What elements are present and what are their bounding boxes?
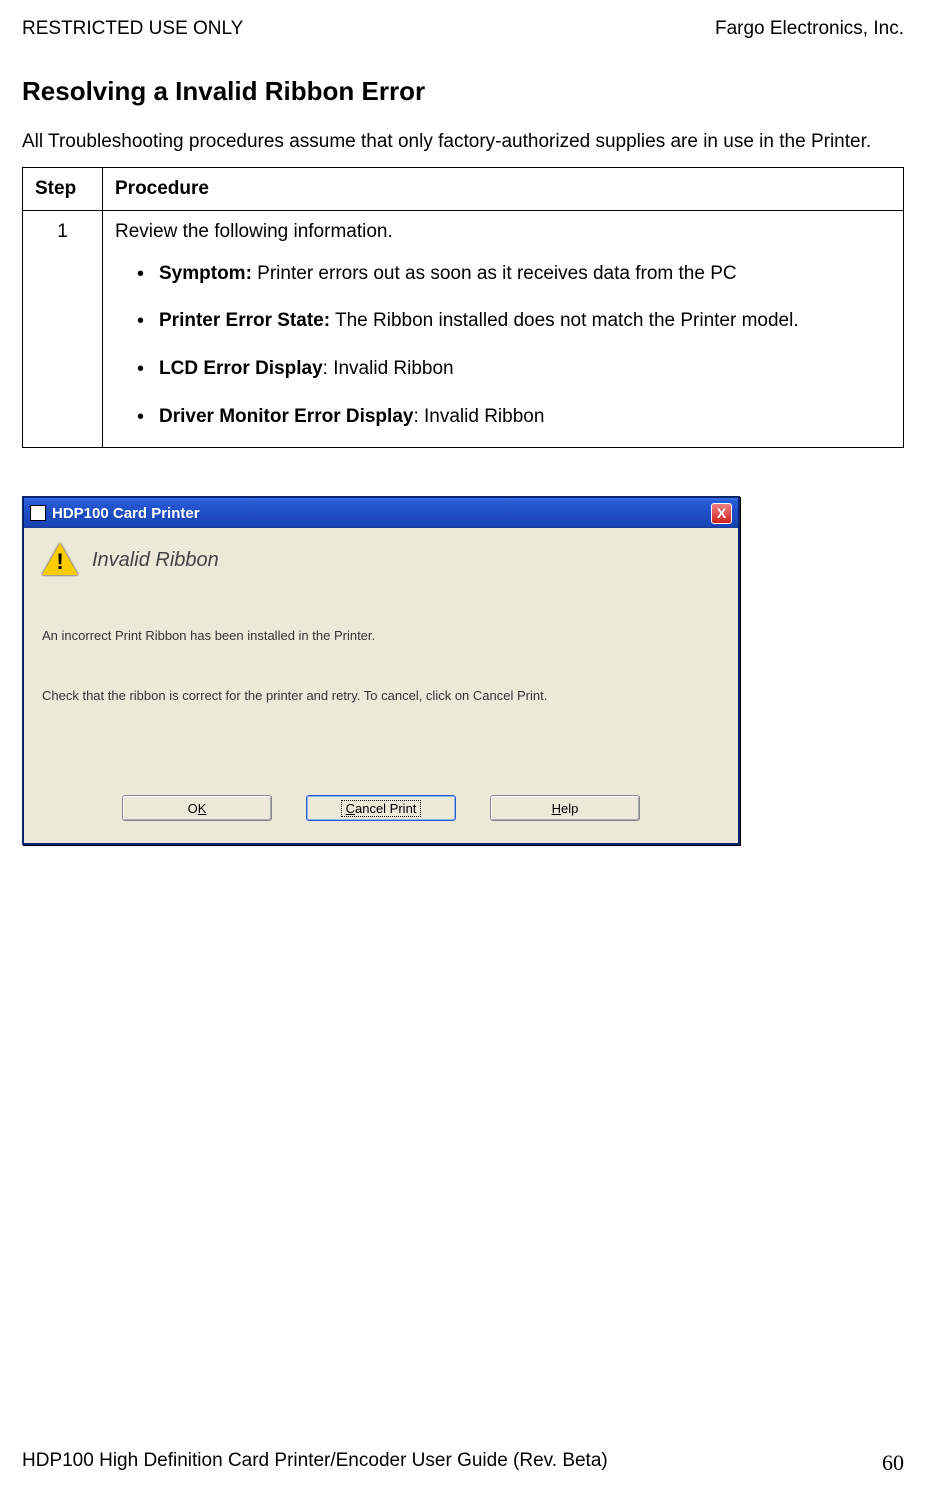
dialog-header-row: ! Invalid Ribbon: [42, 542, 720, 578]
procedure-cell: Review the following information. Sympto…: [103, 210, 904, 448]
list-item: Symptom: Printer errors out as soon as i…: [137, 261, 891, 287]
bullet-label: LCD Error Display: [159, 358, 323, 379]
bullet-label: Symptom:: [159, 263, 252, 284]
col-step-header: Step: [23, 167, 103, 210]
page-header: RESTRICTED USE ONLY Fargo Electronics, I…: [22, 18, 904, 40]
help-button[interactable]: Help: [490, 795, 640, 821]
bullet-list: Symptom: Printer errors out as soon as i…: [115, 261, 891, 430]
table-row: 1 Review the following information. Symp…: [23, 210, 904, 448]
bullet-text: Printer errors out as soon as it receive…: [252, 263, 737, 284]
header-left: RESTRICTED USE ONLY: [22, 18, 243, 40]
intro-paragraph: All Troubleshooting procedures assume th…: [22, 129, 904, 155]
help-label-underline: H: [552, 801, 561, 816]
main-heading: Resolving a Invalid Ribbon Error: [22, 76, 904, 107]
cancel-label-rest: ancel Print: [355, 801, 416, 816]
error-dialog: HDP100 Card Printer X ! Invalid Ribbon A…: [22, 496, 740, 845]
dialog-message-1: An incorrect Print Ribbon has been insta…: [42, 628, 720, 645]
footer-left: HDP100 High Definition Card Printer/Enco…: [22, 1450, 608, 1476]
dialog-titlebar[interactable]: HDP100 Card Printer X: [24, 498, 738, 528]
bullet-label: Driver Monitor Error Display: [159, 406, 413, 427]
close-button[interactable]: X: [711, 503, 732, 524]
bullet-text: : Invalid Ribbon: [413, 406, 544, 427]
table-header-row: Step Procedure: [23, 167, 904, 210]
col-procedure-header: Procedure: [103, 167, 904, 210]
dialog-button-row: OK Cancel Print Help: [42, 795, 720, 821]
focus-ring: Cancel Print: [341, 800, 422, 817]
dialog-message-2: Check that the ribbon is correct for the…: [42, 687, 720, 705]
procedure-table: Step Procedure 1 Review the following in…: [22, 167, 904, 449]
warning-icon: !: [42, 542, 78, 578]
cancel-print-button[interactable]: Cancel Print: [306, 795, 456, 821]
bullet-text: : Invalid Ribbon: [323, 358, 454, 379]
procedure-lead: Review the following information.: [115, 221, 891, 243]
cancel-label-underline: C: [346, 801, 355, 816]
help-label-rest: elp: [561, 801, 578, 816]
list-item: Driver Monitor Error Display: Invalid Ri…: [137, 404, 891, 430]
ok-label-underline: K: [198, 801, 207, 816]
page-number: 60: [882, 1450, 904, 1476]
list-item: LCD Error Display: Invalid Ribbon: [137, 356, 891, 382]
ok-label-pre: O: [188, 801, 198, 816]
app-icon: [30, 505, 46, 521]
dialog-heading: Invalid Ribbon: [92, 549, 219, 572]
page-footer: HDP100 High Definition Card Printer/Enco…: [22, 1450, 904, 1476]
bullet-label: Printer Error State:: [159, 310, 330, 331]
close-icon: X: [717, 505, 726, 521]
bullet-text: The Ribbon installed does not match the …: [330, 310, 799, 331]
dialog-body: ! Invalid Ribbon An incorrect Print Ribb…: [24, 528, 738, 843]
ok-button[interactable]: OK: [122, 795, 272, 821]
header-right: Fargo Electronics, Inc.: [715, 18, 904, 40]
step-number: 1: [23, 210, 103, 448]
dialog-title: HDP100 Card Printer: [52, 505, 200, 522]
list-item: Printer Error State: The Ribbon installe…: [137, 308, 891, 334]
